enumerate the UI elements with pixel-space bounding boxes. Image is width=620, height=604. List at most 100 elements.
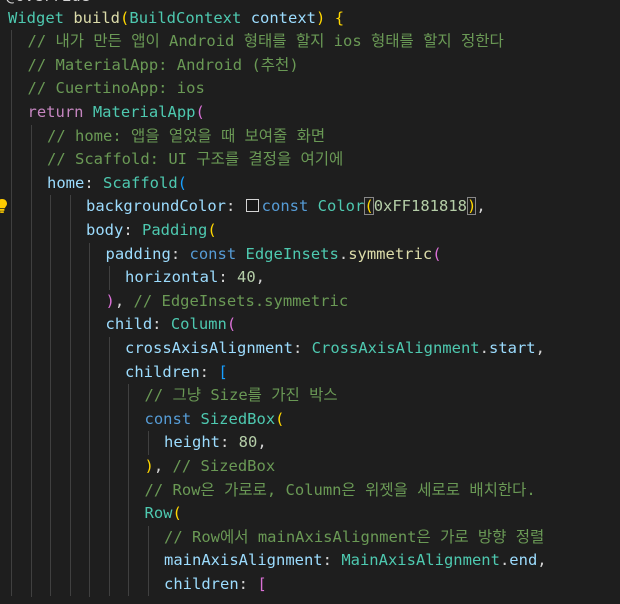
- code-token: 0xFF181818: [373, 197, 468, 216]
- code-token: :: [170, 244, 190, 263]
- code-token: MainAxisAlignment: [341, 551, 500, 570]
- code-token: :: [322, 551, 342, 570]
- code-token: // Row은 가로로, Column은 위젯을 세로로 배치한다.: [144, 480, 536, 499]
- code-token: CrossAxisAlignment: [311, 338, 480, 357]
- indent-guide: [50, 195, 51, 597]
- indent-guide: [128, 384, 129, 597]
- code-token: (: [120, 8, 130, 27]
- code-token: (: [364, 197, 374, 216]
- code-token: // EdgeInsets.symmetric: [133, 291, 349, 310]
- code-token: children: [125, 362, 200, 381]
- code-token: :: [152, 315, 171, 334]
- code-line: // MaterialApp: Android (추천): [28, 54, 299, 78]
- code-line: Widget build(BuildContext context) {: [8, 7, 344, 31]
- code-token: EdgeInsets: [245, 244, 339, 263]
- code-token: ): [467, 197, 477, 216]
- code-token: :: [225, 197, 245, 216]
- code-line: children: [: [164, 573, 267, 597]
- code-line: home: Scaffold(: [47, 172, 187, 196]
- indent-guide: [108, 266, 110, 290]
- code-token: MaterialApp: [92, 102, 196, 121]
- code-line: ), // SizedBox: [145, 455, 276, 479]
- code-token: build: [73, 8, 121, 27]
- code-token: // home: 앱을 열었을 때 보여줄 화면: [47, 126, 326, 145]
- indent-guide: [11, 30, 12, 597]
- code-token: Color: [317, 197, 365, 216]
- code-editor[interactable]: @override Widget build(BuildContext cont…: [0, 0, 620, 604]
- code-token: Padding: [142, 220, 208, 239]
- code-token: backgroundColor: [86, 197, 226, 216]
- code-line: ), // EdgeInsets.symmetric: [106, 290, 349, 314]
- code-token: 40: [237, 268, 256, 287]
- color-swatch[interactable]: [245, 199, 259, 213]
- code-token: mainAxisAlignment: [164, 551, 323, 570]
- code-token: (: [177, 173, 187, 192]
- code-token: (: [275, 409, 285, 428]
- code-token: ,: [476, 197, 486, 216]
- code-token: .: [338, 244, 349, 263]
- code-token: :: [199, 362, 219, 381]
- code-token: (: [432, 244, 442, 263]
- code-token: crossAxisAlignment: [125, 338, 293, 357]
- code-token: BuildContext: [129, 8, 242, 27]
- code-token: Column: [170, 315, 227, 334]
- code-line: child: Column(: [106, 313, 237, 337]
- code-token: // CuertinoApp: ios: [27, 79, 205, 98]
- code-line: Row(: [145, 502, 182, 526]
- code-token: ,: [535, 338, 545, 357]
- code-token: Row: [144, 504, 173, 523]
- code-token: (: [226, 315, 237, 334]
- code-line: // Row에서 mainAxisAlignment은 가로 방향 정렬: [164, 526, 544, 550]
- code-line: // home: 앱을 열었을 때 보여줄 화면: [47, 125, 325, 149]
- code-line: // 그냥 Size를 가진 박스: [145, 384, 338, 408]
- code-token: const: [144, 409, 192, 428]
- code-line: backgroundColor: const Color(0xFF181818)…: [86, 195, 486, 219]
- code-token: const: [189, 244, 237, 263]
- code-token: .: [499, 551, 510, 570]
- code-token: :: [123, 220, 142, 239]
- code-token: symmetric: [348, 244, 433, 263]
- indent-guide: [30, 124, 32, 597]
- code-token: Scaffold: [103, 173, 178, 192]
- code-token: ): [144, 456, 154, 475]
- code-line: children: [: [125, 361, 228, 385]
- code-token: Widget: [8, 8, 64, 27]
- indent-guide: [147, 525, 149, 597]
- code-token: (: [207, 220, 217, 239]
- code-token: ): [316, 8, 326, 27]
- code-token: 80: [238, 433, 258, 452]
- code-token: ,: [257, 433, 267, 452]
- code-line: mainAxisAlignment: MainAxisAlignment.end…: [164, 549, 547, 573]
- indent-guide: [89, 242, 90, 597]
- code-token: ,: [114, 291, 134, 310]
- code-token: // 그냥 Size를 가진 박스: [144, 386, 338, 405]
- code-token: home: [47, 173, 85, 192]
- code-token: :: [220, 433, 239, 452]
- code-token: height: [164, 433, 220, 452]
- code-token: .: [479, 338, 489, 357]
- code-token: child: [105, 315, 153, 334]
- code-token: // 내가 만든 앱이 Android 형태를 할지 ios 형태를 할지 정한…: [27, 32, 504, 51]
- code-token: [: [218, 362, 228, 381]
- code-line: // Scaffold: UI 구조를 결정을 여기에: [47, 148, 343, 172]
- code-line: // Row은 가로로, Column은 위젯을 세로로 배치한다.: [145, 479, 536, 503]
- indent-guide: [147, 431, 149, 455]
- code-token: // MaterialApp: Android (추천): [27, 55, 299, 74]
- code-token: SizedBox: [200, 409, 276, 428]
- code-token: context: [250, 8, 317, 27]
- code-token: ,: [255, 268, 266, 287]
- code-token: :: [238, 574, 258, 593]
- code-token: body: [86, 220, 124, 239]
- code-line: horizontal: 40,: [125, 266, 265, 290]
- code-line: height: 80,: [164, 431, 267, 455]
- lightbulb-icon[interactable]: [0, 198, 8, 214]
- code-line: // CuertinoApp: ios: [28, 77, 205, 101]
- code-token: ,: [537, 551, 547, 570]
- code-token: [: [257, 574, 267, 593]
- code-token: :: [292, 338, 312, 357]
